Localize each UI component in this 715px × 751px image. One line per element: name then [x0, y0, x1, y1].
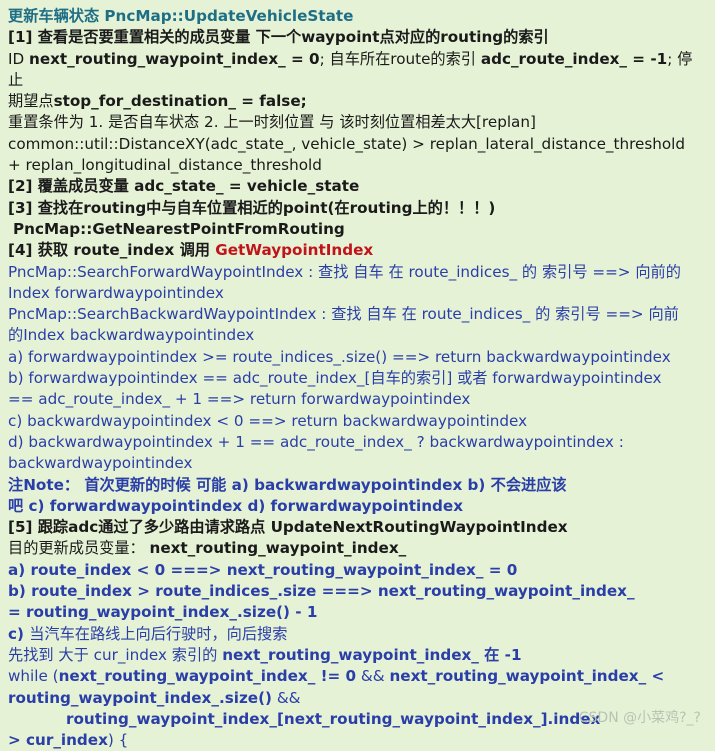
step-5-find-next: 先找到 大于 cur_index 索引的 next_routing_waypoi… — [8, 645, 522, 664]
step-5-case-b: b) route_index > route_indices_.size ===… — [8, 582, 635, 601]
step-4-case-c: c) backwardwaypointindex < 0 ==> return … — [8, 411, 528, 430]
step-1-heading: [1] 查看是否要重置相关的成员变量 下一个waypoint点对应的routin… — [8, 28, 549, 47]
step-1-reset-vars: ID next_routing_waypoint_index_ = 0; 自车所… — [8, 49, 693, 89]
watermark: CSDN @小菜鸡?_? — [578, 710, 701, 726]
step-5-while-loop-end: > cur_index) { — [8, 731, 129, 750]
step-1-reset-condition: 重置条件为 1. 是否自车状态 2. 上一时刻位置 与 该时刻位置相差太大[re… — [8, 113, 536, 132]
step-1-distance-check: common::util::DistanceXY(adc_state_, veh… — [8, 134, 686, 153]
step-4-case-a: a) forwardwaypointindex >= route_indices… — [8, 347, 671, 366]
step-5-while-loop: while (next_routing_waypoint_index_ != 0… — [8, 667, 665, 686]
step-4-search-backward-cont: 的Index backwardwaypointindex — [8, 326, 255, 345]
step-4-search-forward-cont: Index forwardwaypointindex — [8, 283, 224, 302]
section-title: 更新车辆状态 PncMap::UpdateVehicleState — [8, 7, 354, 25]
document-page: 更新车辆状态 PncMap::UpdateVehicleState [1] 查看… — [0, 0, 715, 751]
step-4-search-backward: PncMap::SearchBackwardWaypointIndex : 查找… — [8, 305, 679, 324]
step-5-target: 目的更新成员变量： next_routing_waypoint_index_ — [8, 539, 407, 558]
step-5-while-loop-cont: routing_waypoint_index_.size() && — [8, 688, 301, 707]
step-4-case-d-cont: backwardwaypointindex — [8, 454, 193, 473]
step-3-function: PncMap::GetNearestPointFromRouting — [13, 219, 345, 238]
step-4-case-b: b) forwardwaypointindex == adc_route_ind… — [8, 369, 662, 388]
step-5-case-b-cont: = routing_waypoint_index_.size() - 1 — [8, 603, 318, 622]
step-1-distance-check-cont: + replan_longitudinal_distance_threshold — [8, 156, 322, 175]
step-4-case-b-cont: == adc_route_index_ + 1 ==> return forwa… — [8, 390, 471, 409]
step-4-note-cont: 吧 c) forwardwaypointindex d) forwardwayp… — [8, 496, 464, 515]
step-5-heading: [5] 跟踪adc通过了多少路由请求路点 UpdateNextRoutingWa… — [8, 518, 568, 537]
step-3-heading: [3] 查找在routing中与自车位置相近的point(在routing上的！… — [8, 198, 496, 217]
step-1-stop-flag: 期望点stop_for_destination_ = false; — [8, 92, 307, 111]
step-4-case-d: d) backwardwaypointindex + 1 == adc_rout… — [8, 432, 624, 451]
step-4-search-forward: PncMap::SearchForwardWaypointIndex : 查找 … — [8, 262, 681, 281]
step-4-heading: [4] 获取 route_index 调用 GetWaypointIndex — [8, 241, 374, 260]
step-4-note: 注Note： 首次更新的时候 可能 a) backwardwaypointind… — [8, 475, 567, 494]
step-2-heading: [2] 覆盖成员变量 adc_state_ = vehicle_state — [8, 177, 360, 196]
step-5-case-c: c) 当汽车在路线上向后行驶时，向后搜索 — [8, 624, 288, 643]
step-5-case-a: a) route_index < 0 ===> next_routing_way… — [8, 560, 518, 579]
